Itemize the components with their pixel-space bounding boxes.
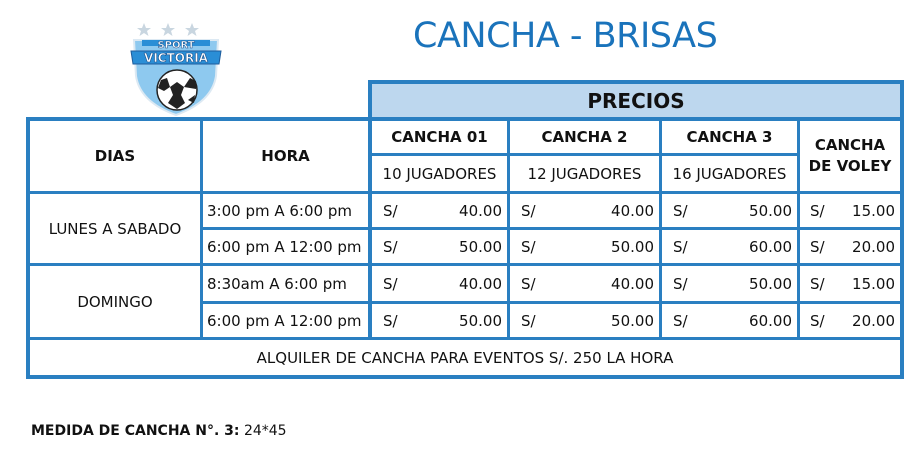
price-cell: S/ 50.00 [662,194,797,227]
currency-label: S/ [521,311,536,330]
col-header-dias: DIAS [30,121,200,191]
price-cell: S/ 60.00 [662,304,797,337]
logo-top-text: SPORT [157,40,194,51]
currency-label: S/ [810,274,825,293]
price-cell: S/ 40.00 [510,194,659,227]
price-value: 40.00 [459,201,502,220]
page-title: CANCHA - BRISAS [413,16,718,56]
price-value: 60.00 [749,311,792,330]
price-value: 60.00 [749,237,792,256]
price-value: 50.00 [611,311,654,330]
col-header-cancha-01: CANCHA 01 [372,121,507,153]
court-measure-note: MEDIDA DE CANCHA N°. 3: 24*45 [31,423,287,439]
sport-victoria-logo: SPORT VICTORIA [130,23,222,117]
price-cell: S/ 60.00 [662,230,797,263]
currency-label: S/ [673,237,688,256]
price-value: 50.00 [459,237,502,256]
currency-label: S/ [521,201,536,220]
col-header-hora: HORA [203,121,368,191]
currency-label: S/ [383,311,398,330]
voley-header-line-1: CANCHA [814,136,886,154]
price-value: 50.00 [611,237,654,256]
currency-label: S/ [810,201,825,220]
price-value: 15.00 [852,274,895,293]
currency-label: S/ [810,311,825,330]
price-cell: S/ 50.00 [372,304,507,337]
events-rental-row: ALQUILER DE CANCHA PARA EVENTOS S/. 250 … [30,340,900,375]
price-value: 50.00 [749,201,792,220]
currency-label: S/ [673,274,688,293]
hora-cell: 8:30am A 6:00 pm [203,266,368,301]
precios-header: PRECIOS [372,84,900,117]
price-cell: S/ 20.00 [800,230,900,263]
price-cell: S/ 50.00 [510,304,659,337]
currency-label: S/ [521,237,536,256]
currency-label: S/ [521,274,536,293]
price-cell: S/ 15.00 [800,194,900,227]
hora-cell: 3:00 pm A 6:00 pm [203,194,368,227]
price-cell: S/ 50.00 [662,266,797,301]
hora-cell: 6:00 pm A 12:00 pm [203,230,368,263]
price-value: 50.00 [459,311,502,330]
hora-cell: 6:00 pm A 12:00 pm [203,304,368,337]
soccer-ball-icon [156,69,198,111]
currency-label: S/ [673,201,688,220]
price-value: 50.00 [749,274,792,293]
voley-header-line-2: DE VOLEY [808,157,892,175]
col-header-cancha-3: CANCHA 3 [662,121,797,153]
logo-main-text: VICTORIA [144,51,209,65]
court-measure-value: 24*45 [243,423,287,439]
players-cancha-3: 16 JUGADORES [662,156,797,191]
price-cell: S/ 50.00 [372,230,507,263]
court-measure-label: MEDIDA DE CANCHA N°. 3: [31,423,240,439]
price-cell: S/ 50.00 [510,230,659,263]
price-value: 40.00 [611,201,654,220]
stars-icon [137,23,199,36]
players-cancha-2: 12 JUGADORES [510,156,659,191]
price-cell: S/ 40.00 [510,266,659,301]
days-lunes-a-sabado: LUNES A SABADO [30,194,200,263]
players-cancha-01: 10 JUGADORES [372,156,507,191]
price-cell: S/ 40.00 [372,194,507,227]
currency-label: S/ [383,201,398,220]
currency-label: S/ [810,237,825,256]
days-domingo: DOMINGO [30,266,200,337]
price-value: 40.00 [611,274,654,293]
col-header-cancha-voley: CANCHA DE VOLEY [800,121,900,191]
price-value: 40.00 [459,274,502,293]
currency-label: S/ [383,237,398,256]
price-value: 20.00 [852,311,895,330]
currency-label: S/ [673,311,688,330]
price-value: 20.00 [852,237,895,256]
price-value: 15.00 [852,201,895,220]
price-cell: S/ 40.00 [372,266,507,301]
currency-label: S/ [383,274,398,293]
price-cell: S/ 20.00 [800,304,900,337]
price-cell: S/ 15.00 [800,266,900,301]
col-header-cancha-2: CANCHA 2 [510,121,659,153]
